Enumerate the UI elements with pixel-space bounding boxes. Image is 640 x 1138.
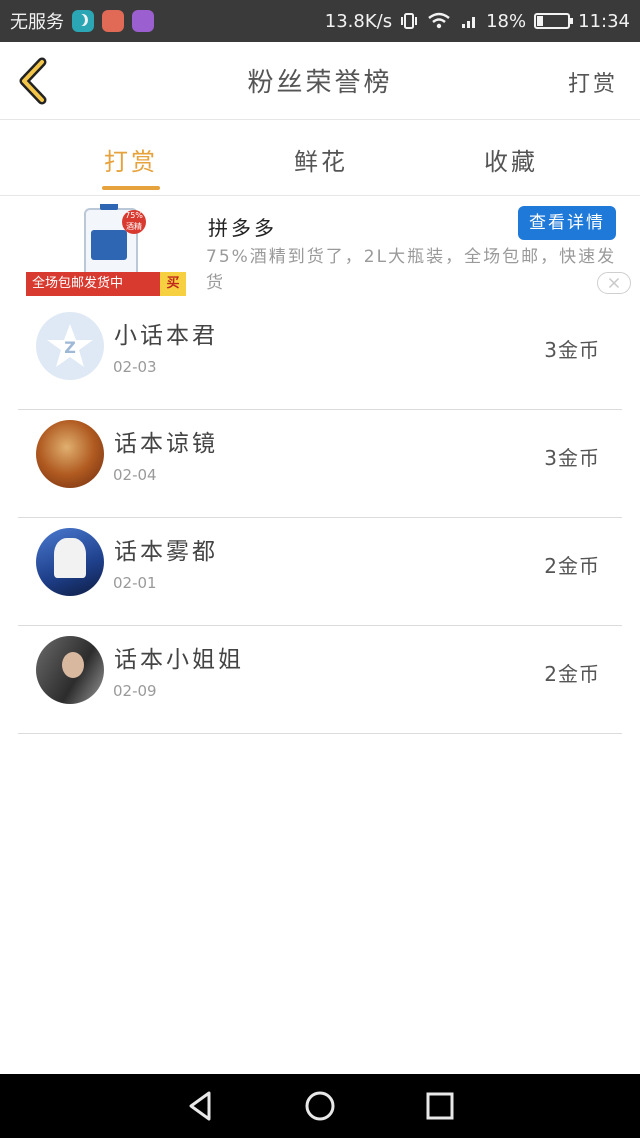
fan-coins: 3金币 xyxy=(544,446,600,470)
ad-badge: 75%酒精 xyxy=(122,210,146,234)
ad-image-banner-text: 全场包邮发货中 xyxy=(32,276,124,291)
page-title: 粉丝荣誉榜 xyxy=(247,68,393,98)
fan-name: 话本小姐姐 xyxy=(114,647,244,673)
avatar: Z xyxy=(36,312,104,380)
svg-text:Z: Z xyxy=(64,338,76,357)
carrier-text: 无服务 xyxy=(10,12,64,33)
avatar xyxy=(36,420,104,488)
fan-date: 02-01 xyxy=(113,574,157,592)
fan-name: 话本雾都 xyxy=(114,539,218,565)
active-tab-indicator xyxy=(102,186,160,190)
moon-app-icon xyxy=(72,10,94,32)
list-item[interactable]: 话本谅镜 02-04 3金币 xyxy=(18,410,622,518)
back-chevron-icon[interactable] xyxy=(14,56,54,106)
ad-image[interactable]: 75%酒精 全场包邮发货中 买 xyxy=(26,204,186,296)
mail-app-icon xyxy=(102,10,124,32)
fan-name: 话本谅镜 xyxy=(114,431,218,457)
ad-details-button[interactable]: 查看详情 xyxy=(518,206,616,240)
ad-buy-tag: 买 xyxy=(160,272,186,296)
network-speed: 13.8K/s xyxy=(324,10,393,32)
back-triangle-icon[interactable] xyxy=(183,1089,217,1123)
battery-percent: 18% xyxy=(486,10,527,32)
tab-favorites[interactable]: 收藏 xyxy=(484,142,538,177)
fan-list: Z 小话本君 02-03 3金币 话本谅镜 02-04 3金币 话本雾都 02-… xyxy=(18,302,622,734)
ad-description: 75%酒精到货了，2L大瓶装，全场包邮，快速发货 xyxy=(206,247,617,293)
avatar xyxy=(36,636,104,704)
navigation-bar xyxy=(0,1074,640,1138)
status-bar: 无服务 13.8K/s 18% 11:34 xyxy=(0,0,640,42)
home-circle-icon[interactable] xyxy=(303,1089,337,1123)
tab-bar: 打赏 鲜花 收藏 xyxy=(0,120,640,196)
header: 粉丝荣誉榜 打赏 xyxy=(0,42,640,120)
clock: 11:34 xyxy=(578,10,630,32)
battery-icon xyxy=(534,13,574,29)
signal-icon xyxy=(462,17,476,28)
reward-button[interactable]: 打赏 xyxy=(568,66,618,98)
fan-coins: 3金币 xyxy=(544,338,600,362)
list-item[interactable]: 话本雾都 02-01 2金币 xyxy=(18,518,622,626)
fan-coins: 2金币 xyxy=(544,662,600,686)
fan-name: 小话本君 xyxy=(114,323,218,349)
wifi-icon xyxy=(428,12,450,29)
avatar xyxy=(36,528,104,596)
list-item[interactable]: Z 小话本君 02-03 3金币 xyxy=(18,302,622,410)
list-item[interactable]: 话本小姐姐 02-09 2金币 xyxy=(18,626,622,734)
ad-image-banner: 全场包邮发货中 买 xyxy=(26,272,186,296)
recents-square-icon[interactable] xyxy=(423,1089,457,1123)
gallery-app-icon xyxy=(132,10,154,32)
vibrate-icon xyxy=(401,13,418,29)
fan-date: 02-09 xyxy=(113,682,157,700)
tab-flowers[interactable]: 鲜花 xyxy=(294,142,348,177)
star-icon: Z xyxy=(47,324,93,367)
ad-brand: 拼多多 xyxy=(208,216,277,240)
tab-reward[interactable]: 打赏 xyxy=(104,142,158,177)
fan-date: 02-04 xyxy=(113,466,157,484)
fan-coins: 2金币 xyxy=(544,554,600,578)
close-ad-icon[interactable] xyxy=(597,272,631,294)
ad-banner[interactable]: 75%酒精 全场包邮发货中 买 拼多多 75%酒精到货了，2L大瓶装，全场包邮，… xyxy=(0,196,640,302)
fan-date: 02-03 xyxy=(113,358,157,376)
